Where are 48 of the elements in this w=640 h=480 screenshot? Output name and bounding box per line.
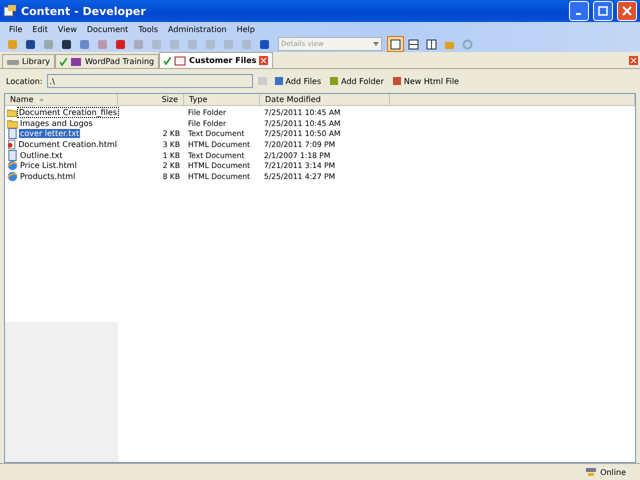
- menu-item[interactable]: Document: [82, 24, 134, 34]
- tab[interactable]: Library: [2, 54, 55, 68]
- menu-item[interactable]: File: [4, 24, 28, 34]
- column-header[interactable]: Size: [118, 94, 184, 105]
- file-name[interactable]: Document Creation.html: [17, 140, 118, 150]
- maximize-icon: [598, 6, 608, 16]
- menu-item[interactable]: Tools: [133, 24, 164, 34]
- file-name[interactable]: Price List.html: [19, 161, 78, 170]
- file-name[interactable]: Outline.txt: [19, 150, 64, 160]
- globe-icon: [7, 160, 18, 172]
- menu-item[interactable]: View: [52, 24, 82, 34]
- location-label: Location:: [6, 76, 43, 86]
- box-icon: [174, 55, 186, 66]
- tab[interactable]: WordPad Training: [54, 54, 160, 68]
- close-button[interactable]: [617, 1, 637, 21]
- globe-icon: [7, 171, 18, 182]
- layout-icon[interactable]: [387, 36, 404, 52]
- action-button[interactable]: New Html File: [390, 76, 461, 86]
- file-name[interactable]: Images and Logos: [19, 118, 94, 128]
- close-icon[interactable]: [259, 56, 268, 65]
- tab[interactable]: Customer Files: [159, 52, 274, 68]
- close-icon: [622, 6, 632, 16]
- sort-arrow-icon: [38, 98, 44, 101]
- window-title: Content - Developer: [21, 4, 147, 18]
- action-button[interactable]: Add Files: [272, 76, 324, 86]
- document-icon: [7, 150, 18, 161]
- menu-item[interactable]: Edit: [27, 24, 53, 34]
- maximize-button[interactable]: [593, 1, 613, 21]
- column-header[interactable]: Name: [5, 94, 118, 105]
- file-name[interactable]: Products.html: [19, 172, 76, 182]
- location-field[interactable]: .\: [46, 74, 253, 88]
- document-icon: [7, 128, 18, 140]
- dropdown-arrow-icon: [373, 42, 379, 46]
- box-icon: [70, 56, 82, 67]
- column-header[interactable]: Date Modified: [260, 94, 390, 105]
- document-icon: [7, 139, 16, 150]
- menu-item[interactable]: Help: [232, 24, 260, 34]
- app-icon: [3, 4, 17, 18]
- file-name[interactable]: Document Creation_files: [18, 108, 118, 117]
- column-header[interactable]: Type: [184, 94, 260, 105]
- close-icon[interactable]: [629, 56, 638, 65]
- check-icon: [60, 58, 67, 66]
- status-text: Online: [600, 468, 626, 476]
- action-button[interactable]: Add Folder: [327, 76, 386, 86]
- minimize-button[interactable]: [569, 1, 589, 21]
- file-name[interactable]: cover letter.txt: [19, 129, 80, 138]
- check-icon: [164, 56, 172, 64]
- menu-item[interactable]: Administration: [163, 24, 232, 34]
